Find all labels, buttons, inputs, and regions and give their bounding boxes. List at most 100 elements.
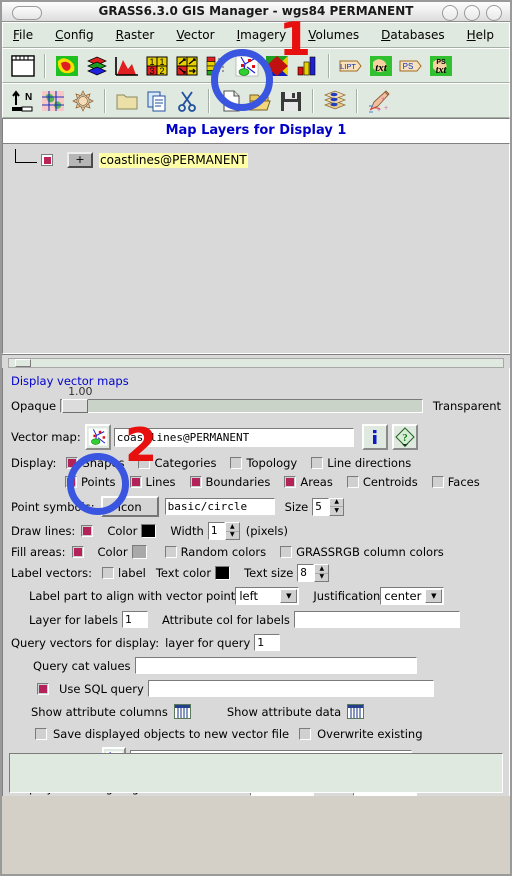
checkbox-centroids[interactable] <box>346 476 359 488</box>
text-size-spinner[interactable]: 8 ▲ ▼ <box>297 564 330 582</box>
digitize-button[interactable]: + + + <box>365 86 393 115</box>
line-width-spin-buttons[interactable]: ▲ ▼ <box>224 522 240 540</box>
open-group-button[interactable] <box>113 86 141 115</box>
checkbox-areas[interactable] <box>284 476 297 488</box>
open-file-button[interactable] <box>247 86 275 115</box>
checkbox-random-colors[interactable] <box>164 546 177 558</box>
chevron-down-icon[interactable]: ▼ <box>425 589 443 603</box>
spin-down-icon[interactable]: ▼ <box>330 507 343 515</box>
checkbox-lines[interactable] <box>129 476 142 488</box>
opacity-slider-track[interactable] <box>60 399 423 413</box>
menu-imagery[interactable]: Imagery <box>237 28 287 42</box>
layer-name-label[interactable]: coastlines@PERMANENT <box>99 152 248 168</box>
duplicate-layer-button[interactable] <box>143 86 171 115</box>
save-objects-row: Save displayed objects to new vector fil… <box>3 720 509 742</box>
vector-help-button[interactable]: ? <box>391 424 418 450</box>
vector-info-button[interactable] <box>361 424 388 450</box>
scrollbar-track[interactable] <box>8 358 504 368</box>
add-geodesic-button[interactable] <box>69 86 97 115</box>
text-size-spin-buttons[interactable]: ▲ ▼ <box>314 564 330 582</box>
menu-help[interactable]: Help <box>467 28 494 42</box>
new-display-button[interactable] <box>9 51 37 80</box>
point-size-spinner[interactable]: 5 ▲ ▼ <box>312 497 345 516</box>
opacity-slider[interactable]: 1.00 <box>60 385 423 417</box>
add-postscript-labels-button[interactable]: PS <box>397 51 425 80</box>
maximize-button[interactable] <box>464 5 480 21</box>
text-size-input[interactable]: 8 <box>297 564 315 582</box>
add-arrows-layer-button[interactable] <box>173 51 201 80</box>
point-size-spin-buttons[interactable]: ▲ ▼ <box>329 497 345 516</box>
add-paint-labels-button[interactable]: LIPT <box>337 51 365 80</box>
add-north-arrow-scale-button[interactable]: N <box>9 86 37 115</box>
horizontal-scrollbar[interactable] <box>2 354 510 368</box>
checkbox-boundaries[interactable] <box>189 476 202 488</box>
checkbox-label[interactable] <box>102 567 115 579</box>
text-color-swatch[interactable] <box>215 566 231 580</box>
layer-for-query-input[interactable]: 1 <box>254 634 281 651</box>
line-width-spinner[interactable]: 1 ▲ ▼ <box>207 522 240 540</box>
menu-volumes[interactable]: Volumes <box>308 28 359 42</box>
point-size-input[interactable]: 5 <box>312 497 330 516</box>
checkbox-shapes[interactable] <box>66 457 79 469</box>
fill-color-swatch[interactable] <box>131 545 147 559</box>
checkbox-fill-areas[interactable] <box>71 546 84 558</box>
save-file-button[interactable] <box>277 86 305 115</box>
menu-file[interactable]: File <box>13 28 33 42</box>
add-histogram-layer-button[interactable] <box>113 51 141 80</box>
chevron-down-icon[interactable]: ▼ <box>280 589 298 603</box>
show-attribute-data-button[interactable] <box>347 704 365 719</box>
add-rgb-layer-button[interactable] <box>83 51 111 80</box>
checkbox-save-displayed-objects[interactable] <box>35 728 47 740</box>
spin-up-icon[interactable]: ▲ <box>315 565 329 574</box>
menu-config[interactable]: Config <box>55 28 94 42</box>
add-raster-layer-button[interactable] <box>53 51 81 80</box>
checkbox-use-sql-query[interactable] <box>37 682 49 695</box>
close-button[interactable] <box>486 5 502 21</box>
add-vector-layer-button[interactable] <box>233 51 261 80</box>
scrollbar-thumb[interactable] <box>15 359 31 367</box>
checkbox-draw-lines[interactable] <box>81 525 94 537</box>
label-align-select[interactable]: left ▼ <box>235 587 300 605</box>
new-file-button[interactable] <box>217 86 245 115</box>
add-thematic-chart-layer-button[interactable] <box>293 51 321 80</box>
spin-down-icon[interactable]: ▼ <box>226 532 239 540</box>
add-thematic-map-layer-button[interactable] <box>263 51 291 80</box>
minimize-button[interactable] <box>442 5 458 21</box>
menu-vector[interactable]: Vector <box>176 28 214 42</box>
checkbox-line-directions[interactable] <box>311 457 324 469</box>
justification-select[interactable]: center ▼ <box>380 587 445 605</box>
checkbox-categories[interactable] <box>138 457 151 469</box>
add-grid-button[interactable] <box>39 86 67 115</box>
checkbox-topology[interactable] <box>230 457 243 469</box>
vector-map-input[interactable]: coastlines@PERMANENT <box>113 427 354 447</box>
checkbox-points[interactable] <box>65 476 77 488</box>
add-postscript-text-button[interactable]: PS txt <box>427 51 455 80</box>
add-cell-values-layer-button[interactable]: 1 1 3 2 <box>143 51 171 80</box>
attribute-col-input[interactable] <box>293 611 460 628</box>
line-width-input[interactable]: 1 <box>207 522 225 540</box>
checkbox-faces[interactable] <box>431 476 444 488</box>
checkbox-overwrite-existing[interactable] <box>299 728 312 740</box>
add-legend-layer-button[interactable] <box>203 51 231 80</box>
layer-expand-button[interactable]: + <box>67 152 93 168</box>
menu-raster[interactable]: Raster <box>116 28 155 42</box>
line-color-swatch[interactable] <box>141 524 157 538</box>
use-sql-query-input[interactable] <box>147 680 434 697</box>
layer-list-item[interactable]: + coastlines@PERMANENT <box>3 144 509 170</box>
menu-databases[interactable]: Databases <box>381 28 445 42</box>
show-attribute-columns-button[interactable] <box>173 704 191 719</box>
opacity-slider-thumb[interactable] <box>62 399 89 413</box>
add-text-layer-button[interactable]: txt <box>367 51 395 80</box>
icon-button[interactable]: Icon <box>100 496 159 517</box>
query-cat-values-input[interactable] <box>134 657 417 674</box>
vector-map-browse-button[interactable] <box>84 424 111 450</box>
display-layers-button[interactable] <box>321 86 349 115</box>
layer-for-labels-input[interactable]: 1 <box>122 611 148 628</box>
checkbox-grassrgb[interactable] <box>280 546 293 558</box>
layer-visibility-checkbox[interactable] <box>41 154 53 166</box>
point-symbol-input[interactable]: basic/circle <box>164 498 275 515</box>
spin-down-icon[interactable]: ▼ <box>315 574 328 582</box>
cut-layer-button[interactable] <box>173 86 201 115</box>
spin-up-icon[interactable]: ▲ <box>330 499 344 507</box>
spin-up-icon[interactable]: ▲ <box>225 523 239 532</box>
